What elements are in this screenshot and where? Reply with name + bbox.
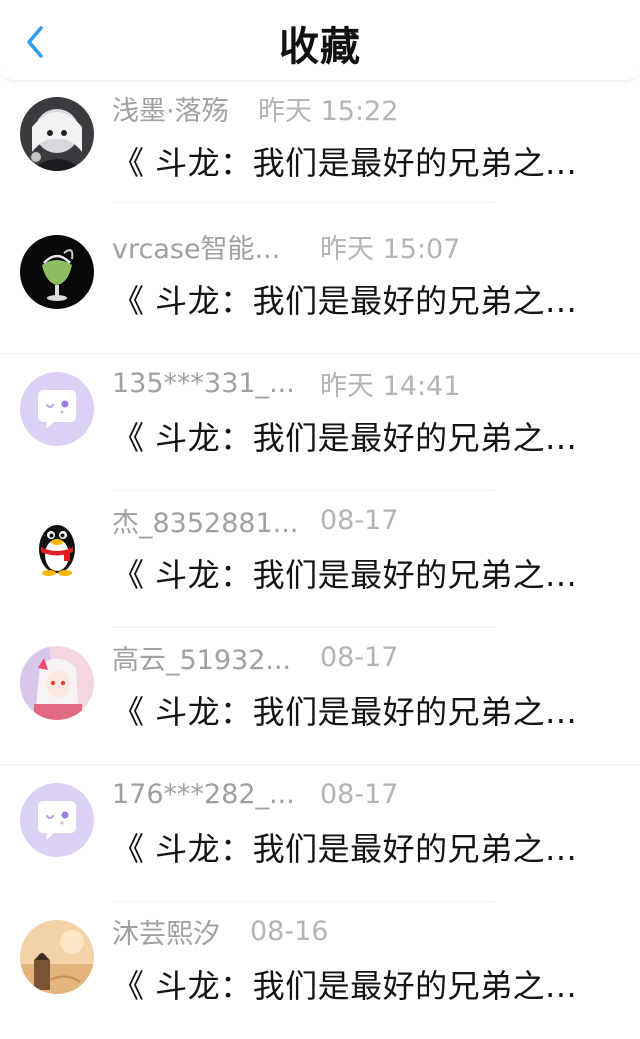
message-preview: 《 斗龙：我们是最好的兄弟之...: [112, 830, 578, 868]
sender-name: 沐芸熙汐: [112, 918, 220, 950]
top-bar: 收藏: [0, 0, 640, 81]
message-preview: 《 斗龙：我们是最好的兄弟之...: [112, 693, 578, 731]
item-meta: 高云_51932... 08-17: [112, 639, 398, 676]
chat-bubble-icon: [20, 783, 94, 857]
avatar: [20, 509, 94, 583]
item-meta: 135***331_... 昨天 14:41: [112, 365, 460, 402]
message-preview: 《 斗龙：我们是最好的兄弟之...: [112, 419, 578, 457]
favorites-list: 浅墨·落殇 昨天 15:22 《 斗龙：我们是最好的兄弟之... vrcase智…: [0, 80, 640, 1039]
timestamp: 昨天 14:41: [320, 370, 461, 402]
sender-name: 135***331_...: [112, 367, 295, 399]
item-meta: 沐芸熙汐 08-16: [112, 913, 328, 950]
timestamp: 昨天 15:07: [320, 233, 461, 265]
item-meta: 浅墨·落殇 昨天 15:22: [112, 90, 398, 127]
timestamp: 08-16: [250, 915, 329, 947]
sender-name: 杰_8352881...: [112, 507, 299, 539]
item-meta: 176***282_... 08-17: [112, 776, 398, 812]
page-title: 收藏: [279, 24, 361, 70]
message-preview: 《 斗龙：我们是最好的兄弟之...: [112, 282, 578, 320]
list-item[interactable]: 176***282_... 08-17 《 斗龙：我们是最好的兄弟之...: [0, 765, 640, 902]
list-item[interactable]: 高云_51932... 08-17 《 斗龙：我们是最好的兄弟之...: [0, 628, 640, 765]
sender-name: 高云_51932...: [112, 644, 292, 676]
divider: [112, 202, 495, 203]
item-meta: 杰_8352881... 08-17: [112, 502, 398, 539]
avatar: [20, 372, 94, 446]
message-preview: 《 斗龙：我们是最好的兄弟之...: [112, 144, 578, 182]
message-preview: 《 斗龙：我们是最好的兄弟之...: [112, 556, 578, 594]
avatar: [20, 97, 94, 171]
avatar: [20, 646, 94, 720]
timestamp: 昨天 15:22: [258, 95, 399, 127]
sender-name: 176***282_...: [112, 778, 295, 810]
list-item[interactable]: vrcase智能... 昨天 15:07 《 斗龙：我们是最好的兄弟之...: [0, 217, 640, 354]
item-meta: vrcase智能... 昨天 15:07: [112, 228, 460, 265]
avatar: [20, 783, 94, 857]
timestamp: 08-17: [320, 641, 399, 673]
timestamp: 08-17: [320, 504, 399, 536]
chat-bubble-icon: [20, 372, 94, 446]
message-preview: 《 斗龙：我们是最好的兄弟之...: [112, 967, 578, 1005]
penguin-icon: [20, 509, 94, 583]
avatar: [20, 235, 94, 309]
avatar: [20, 920, 94, 994]
list-item[interactable]: 杰_8352881... 08-17 《 斗龙：我们是最好的兄弟之...: [0, 491, 640, 628]
list-item[interactable]: 135***331_... 昨天 14:41 《 斗龙：我们是最好的兄弟之...: [0, 354, 640, 491]
list-item[interactable]: 沐芸熙汐 08-16 《 斗龙：我们是最好的兄弟之...: [0, 902, 640, 1039]
timestamp: 08-17: [320, 778, 399, 810]
sender-name: vrcase智能...: [112, 233, 281, 265]
list-item[interactable]: 浅墨·落殇 昨天 15:22 《 斗龙：我们是最好的兄弟之...: [0, 80, 640, 217]
sender-name: 浅墨·落殇: [112, 95, 229, 127]
